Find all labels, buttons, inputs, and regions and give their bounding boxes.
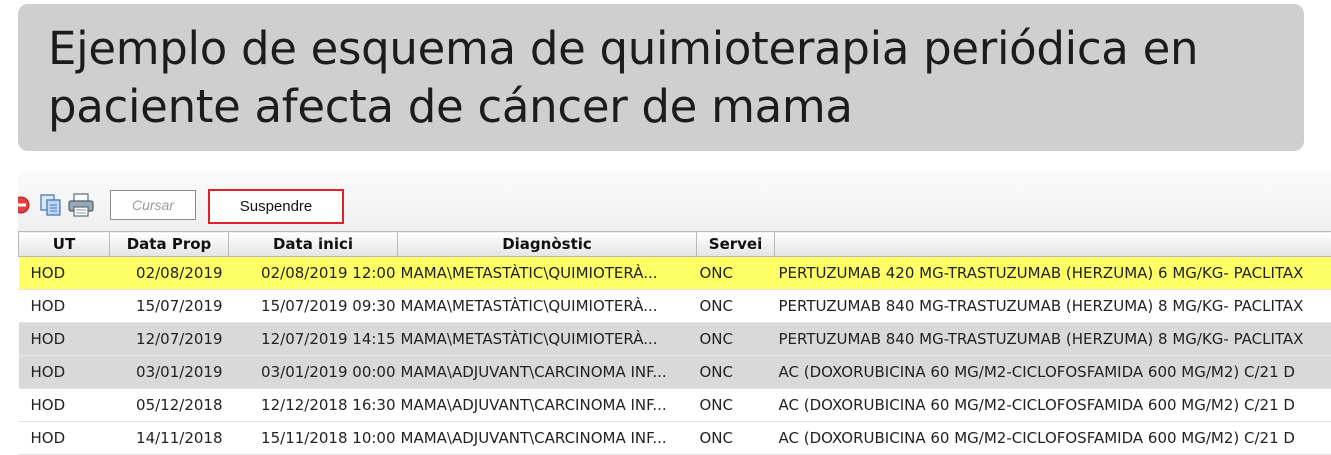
cell-tractament: PERTUZUMAB 840 MG-TRASTUZUMAB (HERZUMA) …: [774, 289, 1331, 323]
cell-data-inici: 12/12/2018 16:30: [228, 388, 398, 422]
cell-diagnostic: MAMA\METASTÀTIC\QUIMIOTERÀ...: [397, 322, 697, 356]
cell-data-inici: 12/07/2019 14:15: [228, 322, 398, 356]
cell-servei: ONC: [696, 322, 775, 356]
table-row[interactable]: HOD 15/07/2019 15/07/2019 09:30 MAMA\MET…: [18, 289, 1331, 323]
table-header-row: UT Data Prop Data inici Diagnòstic Serve…: [18, 231, 1331, 257]
cell-servei: ONC: [696, 388, 775, 422]
table-row[interactable]: HOD 14/11/2018 15/11/2018 10:00 MAMA\ADJ…: [18, 421, 1331, 455]
cell-diagnostic: MAMA\ADJUVANT\CARCINOMA INF...: [397, 388, 697, 422]
cell-tractament: AC (DOXORUBICINA 60 MG/M2-CICLOFOSFAMIDA…: [774, 355, 1331, 389]
table-row[interactable]: HOD 03/01/2019 03/01/2019 00:00 MAMA\ADJ…: [18, 355, 1331, 389]
cell-diagnostic: MAMA\ADJUVANT\CARCINOMA INF...: [397, 421, 697, 455]
cell-data-prop: 02/08/2019: [109, 256, 229, 290]
cell-data-inici: 03/01/2019 00:00: [228, 355, 398, 389]
cursar-button[interactable]: Cursar: [110, 190, 196, 220]
cell-data-inici: 15/11/2018 10:00: [228, 421, 398, 455]
column-header-data-inici[interactable]: Data inici: [228, 231, 398, 257]
copy-icon[interactable]: [39, 193, 63, 222]
cell-diagnostic: MAMA\METASTÀTIC\QUIMIOTERÀ...: [397, 256, 697, 290]
cell-ut: HOD: [18, 322, 110, 356]
column-header-servei[interactable]: Servei: [696, 231, 775, 257]
cell-ut: HOD: [18, 289, 110, 323]
table-row[interactable]: HOD 12/07/2019 12/07/2019 14:15 MAMA\MET…: [18, 322, 1331, 356]
cell-tractament: PERTUZUMAB 420 MG-TRASTUZUMAB (HERZUMA) …: [774, 256, 1331, 290]
cell-tractament: PERTUZUMAB 840 MG-TRASTUZUMAB (HERZUMA) …: [774, 322, 1331, 356]
cell-servei: ONC: [696, 421, 775, 455]
column-header-data-prop[interactable]: Data Prop: [109, 231, 229, 257]
title-line-2: paciente afecta de cáncer de mama: [48, 80, 853, 133]
title-line-1: Ejemplo de esquema de quimioterapia peri…: [48, 22, 1199, 75]
cell-servei: ONC: [696, 355, 775, 389]
cell-data-inici: 02/08/2019 12:00: [228, 256, 398, 290]
prescriptions-table: UT Data Prop Data inici Diagnòstic Serve…: [18, 231, 1331, 455]
column-header-diagnostic[interactable]: Diagnòstic: [397, 231, 697, 257]
table-row[interactable]: HOD 05/12/2018 12/12/2018 16:30 MAMA\ADJ…: [18, 388, 1331, 422]
cell-tractament: AC (DOXORUBICINA 60 MG/M2-CICLOFOSFAMIDA…: [774, 388, 1331, 422]
cell-diagnostic: MAMA\METASTÀTIC\QUIMIOTERÀ...: [397, 289, 697, 323]
table-row-selected[interactable]: HOD 02/08/2019 02/08/2019 12:00 MAMA\MET…: [18, 256, 1331, 290]
cell-diagnostic: MAMA\ADJUVANT\CARCINOMA INF...: [397, 355, 697, 389]
cell-servei: ONC: [696, 256, 775, 290]
cell-data-prop: 15/07/2019: [109, 289, 229, 323]
print-icon[interactable]: [68, 193, 94, 222]
cell-data-prop: 05/12/2018: [109, 388, 229, 422]
column-header-ut[interactable]: UT: [18, 231, 110, 257]
toolbar: Cursar Suspendre: [18, 172, 1331, 232]
suspendre-button[interactable]: Suspendre: [208, 189, 344, 224]
cell-ut: HOD: [18, 355, 110, 389]
app-window: Cursar Suspendre UT Data Prop Data inici…: [18, 172, 1331, 455]
stop-icon[interactable]: [18, 196, 30, 219]
cell-data-prop: 03/01/2019: [109, 355, 229, 389]
cell-servei: ONC: [696, 289, 775, 323]
title-banner: Ejemplo de esquema de quimioterapia peri…: [18, 4, 1304, 151]
cell-ut: HOD: [18, 256, 110, 290]
cell-ut: HOD: [18, 388, 110, 422]
cell-data-inici: 15/07/2019 09:30: [228, 289, 398, 323]
cell-tractament: AC (DOXORUBICINA 60 MG/M2-CICLOFOSFAMIDA…: [774, 421, 1331, 455]
page-title: Ejemplo de esquema de quimioterapia peri…: [48, 20, 1304, 136]
cell-data-prop: 12/07/2019: [109, 322, 229, 356]
cell-data-prop: 14/11/2018: [109, 421, 229, 455]
cell-ut: HOD: [18, 421, 110, 455]
column-header-tractament[interactable]: [774, 231, 1331, 257]
